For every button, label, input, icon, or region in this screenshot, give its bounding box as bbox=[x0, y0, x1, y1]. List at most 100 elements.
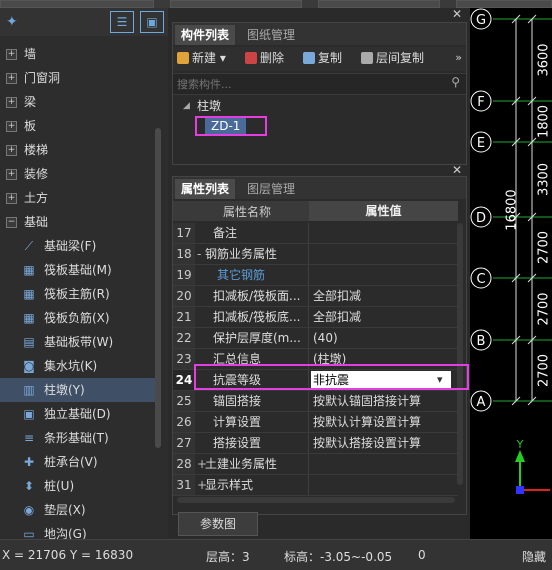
property-value[interactable]: 按默认计算设置计算 bbox=[311, 412, 421, 432]
tree-item[interactable]: ✚ 桩承台(V) bbox=[0, 450, 160, 474]
row-number: 18 bbox=[173, 244, 195, 264]
property-row[interactable]: 21 扣减板/筏板底... 全部扣减 bbox=[173, 307, 458, 328]
total-dimension-text: 16800 bbox=[505, 189, 520, 230]
property-scrollbar[interactable] bbox=[457, 223, 463, 485]
drawing-canvas[interactable]: G F E D C B A 3600 1800 3300 2700 2700 2700 16800 Y bbox=[470, 8, 552, 539]
tree-expander-icon[interactable]: − bbox=[6, 217, 17, 228]
list-view-icon[interactable]: ☰ bbox=[110, 11, 134, 33]
parameter-diagram-button[interactable]: 参数图 bbox=[178, 512, 258, 536]
property-row[interactable]: 26 计算设置 按默认计算设置计算 bbox=[173, 412, 458, 433]
property-name: 保护层厚度(m... bbox=[213, 331, 301, 345]
property-value[interactable]: 按默认搭接设置计算 bbox=[311, 433, 421, 453]
status-floor-height: 层高：3 bbox=[206, 550, 250, 564]
tab-drawing-management[interactable]: 图纸管理 bbox=[241, 25, 301, 45]
tab-property-list[interactable]: 属性列表 bbox=[175, 179, 236, 199]
copy-floor-button[interactable]: 层间复制 bbox=[361, 47, 424, 69]
column-separator bbox=[308, 412, 309, 432]
tree-expander-icon[interactable]: + bbox=[6, 49, 17, 60]
property-row[interactable]: 28 + 土建业务属性 bbox=[173, 454, 458, 475]
header-property-name: 属性名称 bbox=[223, 205, 272, 219]
tree-item-label: 基础板带(W) bbox=[44, 335, 114, 349]
component-toolbar: 新建 ▾ 删除 复制 层间复制 » bbox=[173, 47, 466, 71]
property-row[interactable]: 23 汇总信息 (柱墩) bbox=[173, 349, 458, 370]
column-separator bbox=[308, 286, 309, 306]
row-number: 20 bbox=[173, 286, 195, 306]
component-item-zd1[interactable]: ZD-1 bbox=[195, 116, 267, 136]
property-value[interactable] bbox=[311, 454, 313, 474]
tree-item[interactable]: ◙ 集水坑(K) bbox=[0, 354, 160, 378]
tree-expander-icon[interactable]: + bbox=[6, 169, 17, 180]
tree-category[interactable]: + 梁 bbox=[0, 90, 168, 114]
property-row[interactable]: 18- 钢筋业务属性 bbox=[173, 244, 458, 265]
dropdown-arrow-icon[interactable]: ▾ bbox=[437, 370, 443, 390]
isolated-footing-icon: ▣ bbox=[23, 407, 35, 421]
property-value[interactable] bbox=[311, 475, 313, 495]
tree-category[interactable]: + 板 bbox=[0, 114, 168, 138]
property-row[interactable]: 19 其它钢筋 bbox=[173, 265, 458, 286]
copy-button[interactable]: 复制 bbox=[303, 47, 342, 69]
tree-item[interactable]: ▦ 筏板负筋(X) bbox=[0, 306, 160, 330]
tree-item[interactable]: ◉ 垫层(X) bbox=[0, 498, 160, 522]
group-expand-icon[interactable]: ◢ bbox=[183, 101, 190, 111]
tree-category[interactable]: + 土方 bbox=[0, 186, 168, 210]
tree-scrollbar[interactable] bbox=[155, 128, 161, 448]
tree-expander-icon[interactable]: + bbox=[6, 121, 17, 132]
property-value[interactable]: (40) bbox=[311, 328, 338, 348]
search-icon[interactable]: ⚲ bbox=[451, 75, 460, 89]
property-row[interactable]: 27 搭接设置 按默认搭接设置计算 bbox=[173, 433, 458, 454]
property-row[interactable]: 25 锚固搭接 按默认锚固搭接计算 bbox=[173, 391, 458, 412]
tree-category[interactable]: + 墙 bbox=[0, 42, 168, 66]
tree-item[interactable]: ⟋ 基础梁(F) bbox=[0, 234, 160, 258]
tree-expander-icon[interactable]: + bbox=[6, 145, 17, 156]
tree-item[interactable]: ▣ 独立基础(D) bbox=[0, 402, 160, 426]
property-value[interactable]: 非抗震 bbox=[311, 371, 451, 389]
tree-item[interactable]: ≡ 条形基础(T) bbox=[0, 426, 160, 450]
tree-category[interactable]: + 楼梯 bbox=[0, 138, 168, 162]
tree-item[interactable]: ▥ 柱墩(Y) bbox=[0, 378, 160, 402]
tree-category[interactable]: + 装修 bbox=[0, 162, 168, 186]
property-row[interactable]: 24 抗震等级 非抗震 ▾ bbox=[173, 370, 458, 391]
close-icon[interactable]: ✕ bbox=[452, 7, 462, 21]
property-value[interactable]: 全部扣减 bbox=[311, 307, 361, 327]
close-icon[interactable]: ✕ bbox=[452, 163, 462, 177]
status-hide[interactable]: 隐藏 bbox=[522, 548, 546, 565]
property-row[interactable]: 31 + 显示样式 bbox=[173, 475, 458, 496]
copy-floor-label: 层间复制 bbox=[376, 51, 425, 65]
property-value[interactable]: 按默认锚固搭接计算 bbox=[311, 391, 421, 411]
property-name: 汇总信息 bbox=[213, 352, 262, 366]
raft-negative-rebar-icon: ▦ bbox=[23, 311, 35, 325]
property-value[interactable] bbox=[311, 223, 313, 243]
tree-category[interactable]: + 门窗洞 bbox=[0, 66, 168, 90]
tree-item[interactable]: ▤ 基础板带(W) bbox=[0, 330, 160, 354]
tree-item[interactable]: ▦ 筏板基础(M) bbox=[0, 258, 160, 282]
tree-item[interactable]: ▦ 筏板主筋(R) bbox=[0, 282, 160, 306]
row-expander-icon[interactable]: - bbox=[197, 244, 201, 264]
property-value[interactable] bbox=[311, 244, 313, 264]
status-coords: X = 21706 Y = 16830 bbox=[2, 548, 134, 562]
property-value[interactable] bbox=[311, 265, 313, 285]
tab-component-list[interactable]: 构件列表 bbox=[175, 25, 236, 45]
pin-icon[interactable]: ✦ bbox=[6, 14, 18, 30]
tree-expander-icon[interactable]: + bbox=[6, 73, 17, 84]
tree-expander-icon[interactable]: + bbox=[6, 97, 17, 108]
property-row[interactable]: 22 保护层厚度(m... (40) bbox=[173, 328, 458, 349]
top-toolbar-segment bbox=[170, 0, 302, 8]
tab-layer-management[interactable]: 图层管理 bbox=[241, 179, 301, 199]
delete-label: 删除 bbox=[260, 51, 285, 65]
property-value[interactable]: (柱墩) bbox=[311, 349, 346, 369]
component-tree-panel: ✦ ☰ ▣ + 墙 + 门窗洞 + 梁 + 板 + 楼梯 + 装修 + 土方 − 基础 ⟋ 基础梁(F) ▦ 筏板基… bbox=[0, 8, 168, 541]
property-value[interactable]: 全部扣减 bbox=[311, 286, 361, 306]
search-bar: ⚲ bbox=[173, 73, 466, 95]
search-input[interactable] bbox=[175, 75, 439, 93]
tree-category[interactable]: − 基础 bbox=[0, 210, 168, 234]
panel-view-icon[interactable]: ▣ bbox=[140, 11, 164, 33]
horizontal-scrollbar[interactable] bbox=[177, 497, 455, 503]
component-group-label[interactable]: 柱墩 bbox=[197, 97, 221, 114]
property-row[interactable]: 20 扣减板/筏板面... 全部扣减 bbox=[173, 286, 458, 307]
new-button[interactable]: 新建 ▾ bbox=[177, 47, 226, 69]
tree-expander-icon[interactable]: + bbox=[6, 193, 17, 204]
tree-item[interactable]: ⬍ 桩(U) bbox=[0, 474, 160, 498]
delete-button[interactable]: 删除 bbox=[245, 47, 284, 69]
property-row[interactable]: 17 备注 bbox=[173, 223, 458, 244]
more-icon[interactable]: » bbox=[455, 51, 462, 64]
